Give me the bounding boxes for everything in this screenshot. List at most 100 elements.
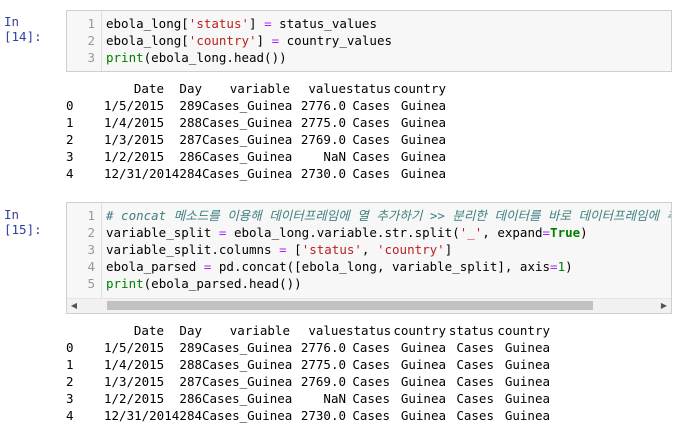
output-cell: Cases_Guinea xyxy=(202,357,293,372)
code-text: print(ebola_long.head()) xyxy=(106,49,287,66)
code-token: variable_split.columns xyxy=(106,242,280,257)
code-token: = xyxy=(279,242,287,257)
output-cell: Cases_Guinea xyxy=(202,149,293,164)
cell-output: Date Day variable value status country 0 1/5/20… xyxy=(66,80,446,182)
output-column-header: Day xyxy=(179,323,202,338)
output-cell: 2730.0 xyxy=(300,408,346,423)
code-text: print(ebola_parsed.head()) xyxy=(106,275,302,292)
scroll-right-arrow-icon[interactable]: ▶ xyxy=(659,301,669,311)
output-row: 0 1/5/2015 289 Cases_Guinea 2776.0 Cases Guine… xyxy=(66,339,550,356)
output-cell: 289 xyxy=(179,98,202,113)
output-column-header: status xyxy=(448,323,494,338)
code-token: 1 xyxy=(557,259,566,274)
code-line: 4 ebola_parsed = pd.concat([ebola_long, v… xyxy=(67,258,671,275)
output-cell: 1/4/2015 xyxy=(104,357,165,372)
output-cell: Guinea xyxy=(400,357,446,372)
code-token: ] xyxy=(444,242,453,257)
output-cell: 1/2/2015 xyxy=(104,149,165,164)
output-column-header: variable xyxy=(229,81,290,96)
output-cell: 0 xyxy=(66,340,74,355)
cell-output: Date Day variable value status country status c… xyxy=(66,322,550,424)
code-token: 'country' xyxy=(376,242,445,257)
output-cell: Cases_Guinea xyxy=(202,391,293,406)
output-cell: NaN xyxy=(323,149,346,164)
code-line: 1 # concat 메소드를 이용해 데이터프레임에 열 추가하기 >> 분리한… xyxy=(67,207,671,224)
output-cell: 288 xyxy=(179,115,202,130)
output-header-row: Date Day variable value status country status c… xyxy=(66,322,550,339)
output-cell: Cases xyxy=(456,391,494,406)
code-token: print xyxy=(106,50,144,65)
output-cell: 1 xyxy=(66,115,74,130)
code-cell-editor[interactable]: 1 ebola_long['status'] = status_values 2 eb… xyxy=(66,10,672,72)
output-cell: Guinea xyxy=(504,408,550,423)
output-column-header: value xyxy=(308,323,346,338)
output-cell: 2775.0 xyxy=(300,357,346,372)
code-token: (ebola_long.head()) xyxy=(143,50,287,65)
output-row: 3 1/2/2015 286 Cases_Guinea NaN Cases Guinea xyxy=(66,148,446,165)
code-cell-editor[interactable]: ◀ ▶ 1 # concat 메소드를 이용해 데이터프레임에 열 추가하기 >>… xyxy=(66,202,672,314)
line-number: 4 xyxy=(87,259,95,274)
code-token: , expand xyxy=(482,225,543,240)
line-number: 5 xyxy=(87,276,95,291)
output-column-header: status xyxy=(346,81,392,96)
output-column-header: country xyxy=(497,323,550,338)
output-cell: Cases xyxy=(352,357,390,372)
output-cell: Cases xyxy=(352,391,390,406)
output-cell: Guinea xyxy=(400,149,446,164)
code-token: variable_split xyxy=(106,225,219,240)
scrollbar-thumb[interactable] xyxy=(107,301,593,310)
output-cell: 1/5/2015 xyxy=(104,98,165,113)
output-cell: Guinea xyxy=(400,166,446,181)
output-cell: Cases xyxy=(352,166,390,181)
code-token: True xyxy=(550,225,581,240)
code-token: status_values xyxy=(271,16,377,31)
output-column-header: Day xyxy=(179,81,202,96)
code-text: variable_split = ebola_long.variable.str… xyxy=(106,224,588,241)
output-cell: 286 xyxy=(179,391,202,406)
scroll-left-arrow-icon[interactable]: ◀ xyxy=(69,301,79,311)
output-cell: 3 xyxy=(66,391,74,406)
code-token: [ xyxy=(286,242,302,257)
horizontal-scrollbar[interactable]: ◀ ▶ xyxy=(67,298,671,313)
output-cell: Cases xyxy=(352,149,390,164)
code-token: = xyxy=(542,225,551,240)
output-cell: 12/31/2014 xyxy=(104,166,180,181)
code-token: print xyxy=(106,276,144,291)
code-line: 3 variable_split.columns = ['status', 'co… xyxy=(67,241,671,258)
code-token: ) xyxy=(580,225,588,240)
code-token: = xyxy=(550,259,558,274)
code-token: pd.concat([ebola_long, variable_split], … xyxy=(211,259,551,274)
output-row: 3 1/2/2015 286 Cases_Guinea NaN Cases Guinea Ca… xyxy=(66,390,550,407)
output-column-header: variable xyxy=(229,323,290,338)
output-cell: 1/4/2015 xyxy=(104,115,165,130)
code-token: 'status' xyxy=(188,16,250,31)
output-row: 1 1/4/2015 288 Cases_Guinea 2775.0 Cases Guine… xyxy=(66,114,446,131)
output-cell: 4 xyxy=(66,166,74,181)
output-cell: 2776.0 xyxy=(300,98,346,113)
output-cell: Cases xyxy=(456,408,494,423)
output-cell: 284 xyxy=(179,408,202,423)
code-token: ] xyxy=(256,33,272,48)
code-line: 3 print(ebola_long.head()) xyxy=(67,49,671,66)
output-cell: 1/3/2015 xyxy=(104,374,165,389)
code-line: 2 ebola_long['country'] = country_values xyxy=(67,32,671,49)
code-text: # concat 메소드를 이용해 데이터프레임에 열 추가하기 >> 분리한 … xyxy=(106,207,671,224)
output-column-header: Date xyxy=(133,81,164,96)
output-cell: 288 xyxy=(179,357,202,372)
output-row: 2 1/3/2015 287 Cases_Guinea 2769.0 Cases Guine… xyxy=(66,373,550,390)
code-token: = xyxy=(264,16,272,31)
output-cell: 284 xyxy=(179,166,202,181)
output-row: 1 1/4/2015 288 Cases_Guinea 2775.0 Cases Guine… xyxy=(66,356,550,373)
output-cell: 4 xyxy=(66,408,74,423)
code-token: ] xyxy=(249,16,265,31)
output-cell: 2 xyxy=(66,132,74,147)
code-text: ebola_parsed = pd.concat([ebola_long, va… xyxy=(106,258,573,275)
output-cell: Cases xyxy=(352,98,390,113)
line-number: 3 xyxy=(87,50,95,65)
output-column-header: status xyxy=(346,323,392,338)
output-cell: 287 xyxy=(179,132,202,147)
output-cell: Cases xyxy=(456,374,494,389)
output-cell: Guinea xyxy=(400,408,446,423)
output-cell: Cases xyxy=(352,340,390,355)
code-line: 1 ebola_long['status'] = status_values xyxy=(67,15,671,32)
